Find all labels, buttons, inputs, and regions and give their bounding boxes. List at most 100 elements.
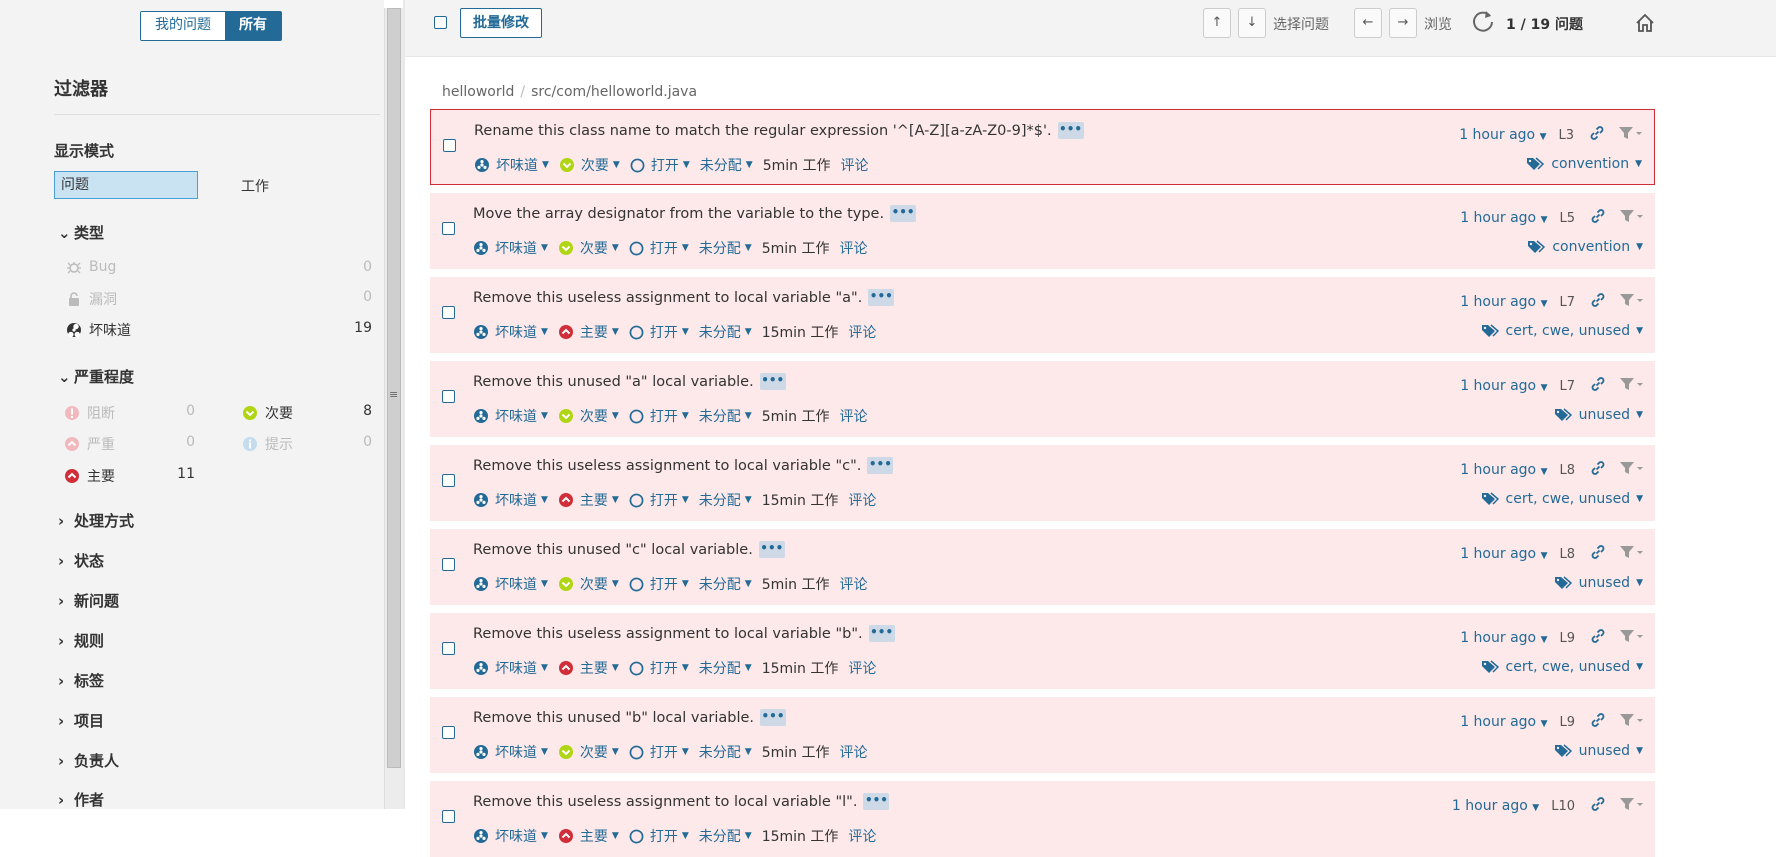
issue-status-dropdown[interactable]: 打开 ▼ xyxy=(629,658,689,678)
comment-link[interactable]: 评论 xyxy=(839,238,867,258)
issue-checkbox[interactable] xyxy=(442,474,455,487)
facet-authors[interactable]: › 作者 xyxy=(58,789,104,810)
permalink-icon[interactable] xyxy=(1589,543,1607,561)
all-issues-button[interactable]: 所有 xyxy=(225,12,281,40)
issue-status-dropdown[interactable]: 打开 ▼ xyxy=(629,574,689,594)
home-icon[interactable] xyxy=(1634,12,1656,34)
comment-link[interactable]: 评论 xyxy=(839,406,867,426)
issue-assignee-dropdown[interactable]: 未分配 ▼ xyxy=(699,658,752,678)
issue-tags-dropdown[interactable]: cert, cwe, unused ▼ xyxy=(1481,491,1643,507)
facet-assignees[interactable]: › 负责人 xyxy=(58,750,119,771)
issue-type-dropdown[interactable]: 坏味道 ▼ xyxy=(473,658,548,678)
issue-age-dropdown[interactable]: 1 hour ago ▼ xyxy=(1460,714,1547,730)
resize-grip-icon[interactable]: ≡ xyxy=(389,388,398,401)
facet-severity-header[interactable]: ⌄ 严重程度 xyxy=(58,366,134,387)
issue-message[interactable]: Remove this unused "b" local variable. xyxy=(473,710,754,726)
issue-message[interactable]: Remove this useless assignment to local … xyxy=(473,626,863,642)
issue-severity-dropdown[interactable]: 主要 ▼ xyxy=(558,826,619,846)
permalink-icon[interactable] xyxy=(1589,459,1607,477)
issue-severity-dropdown[interactable]: 主要 ▼ xyxy=(558,490,619,510)
breadcrumb-file[interactable]: src/com/helloworld.java xyxy=(531,84,697,100)
issue-severity-dropdown[interactable]: 主要 ▼ xyxy=(558,658,619,678)
filter-similar-icon[interactable] xyxy=(1619,376,1645,392)
issue-severity-dropdown[interactable]: 次要 ▼ xyxy=(558,238,619,258)
issue-checkbox[interactable] xyxy=(442,726,455,739)
breadcrumb-project[interactable]: helloworld xyxy=(442,84,514,100)
issue-checkbox[interactable] xyxy=(442,306,455,319)
permalink-icon[interactable] xyxy=(1588,124,1606,142)
issue-assignee-dropdown[interactable]: 未分配 ▼ xyxy=(699,322,752,342)
facet-severity-info[interactable]: 提示 xyxy=(242,434,293,454)
issue-tags-dropdown[interactable]: unused ▼ xyxy=(1554,743,1643,759)
issue-checkbox[interactable] xyxy=(442,642,455,655)
issue-assignee-dropdown[interactable]: 未分配 ▼ xyxy=(699,490,752,510)
comment-link[interactable]: 评论 xyxy=(848,826,876,846)
issue-type-dropdown[interactable]: 坏味道 ▼ xyxy=(473,490,548,510)
issue-age-dropdown[interactable]: 1 hour ago ▼ xyxy=(1452,798,1539,814)
sidebar-scrollbar[interactable]: ≡ xyxy=(384,8,403,809)
facet-severity-major[interactable]: 主要 xyxy=(64,466,115,486)
issue-row[interactable]: Remove this unused "c" local variable. ••… xyxy=(430,529,1655,605)
issue-age-dropdown[interactable]: 1 hour ago ▼ xyxy=(1460,210,1547,226)
issue-age-dropdown[interactable]: 1 hour ago ▼ xyxy=(1460,378,1547,394)
issue-status-dropdown[interactable]: 打开 ▼ xyxy=(629,238,689,258)
more-options-icon[interactable]: ••• xyxy=(863,793,890,810)
comment-link[interactable]: 评论 xyxy=(848,322,876,342)
issue-tags-dropdown[interactable]: convention ▼ xyxy=(1527,239,1643,255)
down-key[interactable]: ↓ xyxy=(1238,8,1266,38)
more-options-icon[interactable]: ••• xyxy=(868,289,895,306)
permalink-icon[interactable] xyxy=(1589,627,1607,645)
issue-age-dropdown[interactable]: 1 hour ago ▼ xyxy=(1459,127,1546,143)
issue-row[interactable]: Remove this unused "b" local variable. ••… xyxy=(430,697,1655,773)
facet-type-code-smell[interactable]: 坏味道 xyxy=(66,320,131,340)
issue-severity-dropdown[interactable]: 次要 ▼ xyxy=(558,574,619,594)
my-issues-button[interactable]: 我的问题 xyxy=(141,12,225,40)
issue-checkbox[interactable] xyxy=(442,558,455,571)
more-options-icon[interactable]: ••• xyxy=(867,457,894,474)
facet-type-vulnerability[interactable]: 漏洞 xyxy=(66,289,117,309)
filter-similar-icon[interactable] xyxy=(1619,544,1645,560)
facet-tags[interactable]: › 标签 xyxy=(58,670,104,691)
issue-row[interactable]: Rename this class name to match the regu… xyxy=(430,109,1655,185)
issue-status-dropdown[interactable]: 打开 ▼ xyxy=(629,406,689,426)
facet-severity-minor[interactable]: 次要 xyxy=(242,403,293,423)
issue-type-dropdown[interactable]: 坏味道 ▼ xyxy=(473,574,548,594)
issue-row[interactable]: Move the array designator from the varia… xyxy=(430,193,1655,269)
more-options-icon[interactable]: ••• xyxy=(759,373,786,390)
facet-projects[interactable]: › 项目 xyxy=(58,710,104,731)
issue-type-dropdown[interactable]: 坏味道 ▼ xyxy=(473,238,548,258)
more-options-icon[interactable]: ••• xyxy=(1057,122,1084,139)
issue-row[interactable]: Remove this useless assignment to local … xyxy=(430,277,1655,353)
issue-row[interactable]: Remove this unused "a" local variable. ••… xyxy=(430,361,1655,437)
issue-message[interactable]: Remove this useless assignment to local … xyxy=(473,794,857,810)
issue-age-dropdown[interactable]: 1 hour ago ▼ xyxy=(1460,546,1547,562)
permalink-icon[interactable] xyxy=(1589,291,1607,309)
issue-checkbox[interactable] xyxy=(442,390,455,403)
issue-type-dropdown[interactable]: 坏味道 ▼ xyxy=(474,155,549,175)
facet-status[interactable]: › 状态 xyxy=(58,550,104,571)
issue-assignee-dropdown[interactable]: 未分配 ▼ xyxy=(699,238,752,258)
more-options-icon[interactable]: ••• xyxy=(760,709,787,726)
filter-similar-icon[interactable] xyxy=(1619,460,1645,476)
facet-severity-critical[interactable]: 严重 xyxy=(64,434,115,454)
issue-tags-dropdown[interactable]: unused ▼ xyxy=(1554,407,1643,423)
facet-resolution[interactable]: › 处理方式 xyxy=(58,510,134,531)
permalink-icon[interactable] xyxy=(1589,207,1607,225)
comment-link[interactable]: 评论 xyxy=(848,490,876,510)
issue-message[interactable]: Remove this unused "a" local variable. xyxy=(473,374,754,390)
issue-assignee-dropdown[interactable]: 未分配 ▼ xyxy=(700,155,753,175)
more-options-icon[interactable]: ••• xyxy=(868,625,895,642)
issue-assignee-dropdown[interactable]: 未分配 ▼ xyxy=(699,742,752,762)
issue-tags-dropdown[interactable]: cert, cwe, unused ▼ xyxy=(1481,659,1643,675)
issue-checkbox[interactable] xyxy=(442,222,455,235)
comment-link[interactable]: 评论 xyxy=(848,658,876,678)
filter-similar-icon[interactable] xyxy=(1619,712,1645,728)
filter-similar-icon[interactable] xyxy=(1619,796,1645,812)
select-all-checkbox[interactable] xyxy=(434,16,447,29)
facet-type-bug[interactable]: Bug xyxy=(66,259,116,275)
issue-assignee-dropdown[interactable]: 未分配 ▼ xyxy=(699,574,752,594)
issue-tags-dropdown[interactable]: convention ▼ xyxy=(1526,156,1642,172)
issue-checkbox[interactable] xyxy=(443,139,456,152)
issue-assignee-dropdown[interactable]: 未分配 ▼ xyxy=(699,406,752,426)
issue-tags-dropdown[interactable]: cert, cwe, unused ▼ xyxy=(1481,323,1643,339)
